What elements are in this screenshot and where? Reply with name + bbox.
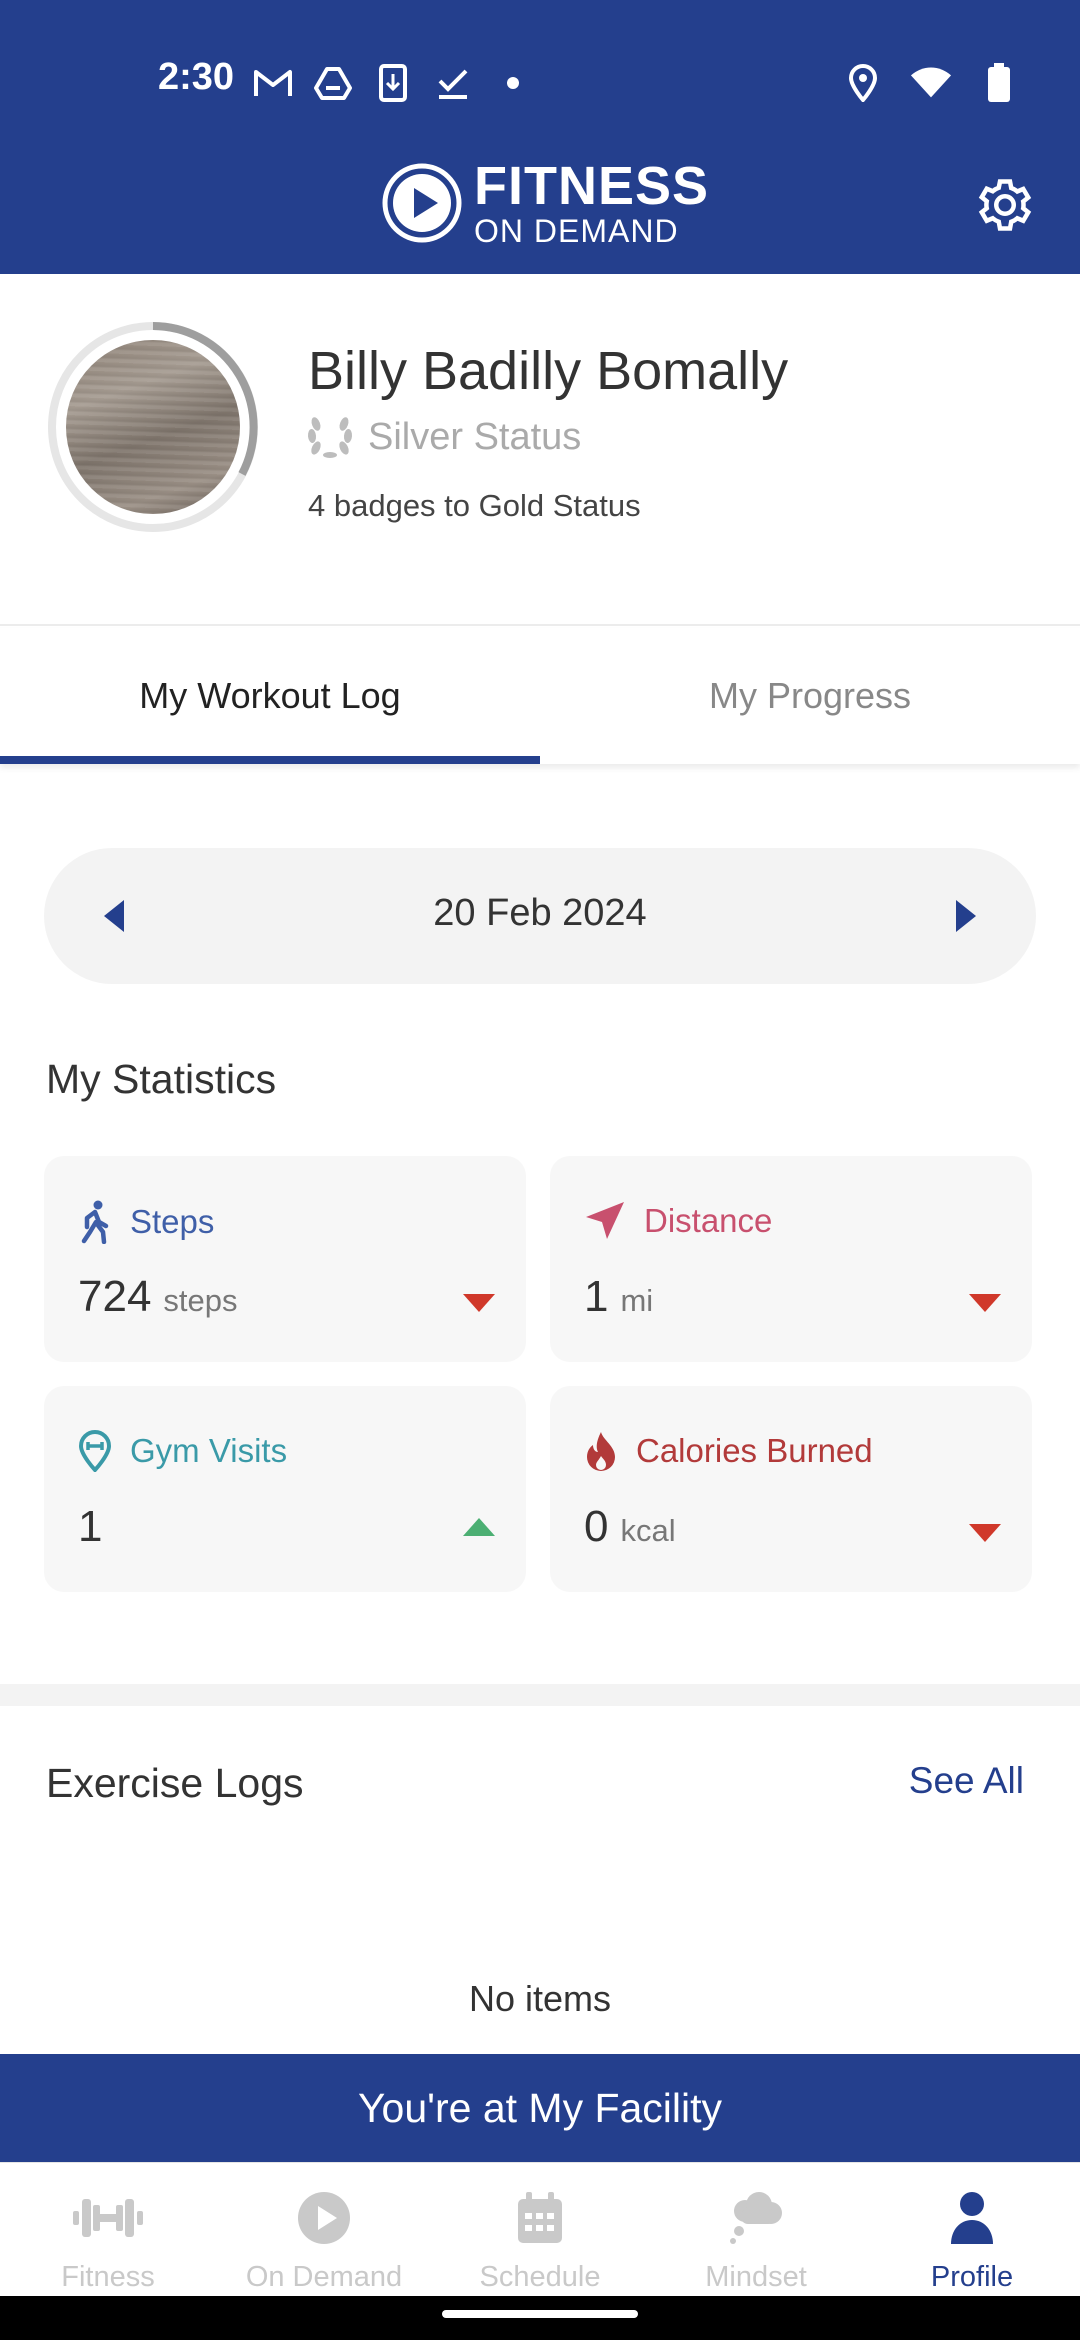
play-logo-icon: [382, 163, 462, 243]
date-selector: 20 Feb 2024: [44, 848, 1036, 984]
stat-label-distance: Distance: [644, 1202, 773, 1239]
exercise-logs-title: Exercise Logs: [46, 1760, 304, 1806]
tab-bar: My Workout Log My Progress: [0, 628, 1080, 764]
statistics-title: My Statistics: [46, 1056, 277, 1102]
caret-right-icon: [956, 900, 976, 932]
badges-progress-text: 4 badges to Gold Status: [308, 488, 641, 523]
status-bar: 2:30: [0, 48, 1080, 118]
next-date-button[interactable]: [936, 886, 996, 946]
brand-logo: FITNESS ON DEMAND: [380, 156, 710, 249]
settings-button[interactable]: [970, 170, 1040, 240]
tab-workout-log[interactable]: My Workout Log: [0, 628, 540, 764]
stat-label-steps: Steps: [130, 1203, 215, 1240]
logo-subtitle: ON DEMAND: [474, 213, 679, 249]
home-gesture-handle[interactable]: [442, 2310, 638, 2318]
trend-down-icon: [969, 1294, 1001, 1312]
status-time: 2:30: [158, 56, 235, 98]
stat-value-calories: 0: [584, 1502, 609, 1551]
stat-unit-distance: mi: [620, 1283, 654, 1318]
stat-card-gym-visits[interactable]: Gym Visits 1: [44, 1386, 526, 1592]
dumbbell-icon: [73, 2187, 143, 2249]
selected-date[interactable]: 20 Feb 2024: [44, 892, 1036, 935]
empty-state-text: No items: [468, 1978, 612, 2019]
wifi-icon: [910, 62, 952, 104]
profile-card: Billy Badilly Bomally Silver Status 4 ba…: [0, 274, 1080, 626]
nav-label-on-demand: On Demand: [245, 2261, 403, 2293]
person-icon: [937, 2187, 1007, 2249]
app-header: 2:30 FITNESS ON DEMAND: [0, 0, 1080, 274]
stat-unit-steps: steps: [163, 1283, 238, 1318]
nav-label-schedule: Schedule: [479, 2261, 601, 2293]
nav-item-mindset[interactable]: Mindset: [648, 2163, 864, 2296]
dot-icon: [492, 62, 534, 104]
navigation-arrow-icon: [586, 1202, 624, 1239]
nav-item-fitness[interactable]: Fitness: [0, 2163, 216, 2296]
tab-progress[interactable]: My Progress: [540, 628, 1080, 764]
stat-card-steps[interactable]: Steps 724 steps: [44, 1156, 526, 1362]
nav-label-fitness: Fitness: [61, 2261, 155, 2293]
stat-label-gym-visits: Gym Visits: [130, 1432, 288, 1469]
membership-status: Silver Status: [368, 415, 582, 458]
user-name: Billy Badilly Bomally: [308, 341, 789, 401]
walking-icon: [81, 1200, 109, 1244]
gym-location-icon: [78, 1430, 112, 1472]
bottom-navigation: Fitness On Demand Schedule Mindset Profi…: [0, 2162, 1080, 2296]
stat-value-distance: 1: [584, 1272, 609, 1321]
nav-item-schedule[interactable]: Schedule: [432, 2163, 648, 2296]
play-circle-icon: [289, 2187, 359, 2249]
thought-cloud-icon: [721, 2187, 791, 2249]
drive-icon: [312, 62, 354, 104]
facility-banner[interactable]: You're at My Facility: [0, 2054, 1080, 2162]
see-all-link[interactable]: See All: [909, 1760, 1024, 1802]
stat-card-calories[interactable]: Calories Burned 0 kcal: [550, 1386, 1032, 1592]
flame-icon: [587, 1432, 615, 1471]
trend-down-icon: [463, 1294, 495, 1312]
stat-card-distance[interactable]: Distance 1 mi: [550, 1156, 1032, 1362]
nav-item-profile[interactable]: Profile: [864, 2163, 1080, 2296]
trend-up-icon: [463, 1518, 495, 1536]
check-icon: [432, 62, 474, 104]
battery-icon: [978, 62, 1020, 104]
avatar-progress-ring: [46, 320, 260, 534]
nav-label-profile: Profile: [930, 2261, 1014, 2293]
nav-item-on-demand[interactable]: On Demand: [216, 2163, 432, 2296]
stat-label-calories: Calories Burned: [636, 1432, 873, 1469]
gear-icon: [978, 179, 1032, 231]
trend-down-icon: [969, 1524, 1001, 1542]
stat-value-steps: 724: [78, 1272, 152, 1321]
gmail-icon: [252, 62, 294, 104]
avatar[interactable]: [66, 340, 240, 514]
gesture-navigation-bar: [0, 2296, 1080, 2340]
logo-title: FITNESS: [474, 156, 710, 216]
nav-label-mindset: Mindset: [705, 2261, 807, 2293]
laurel-icon: [307, 417, 353, 458]
stat-unit-calories: kcal: [620, 1513, 676, 1548]
location-icon: [842, 62, 884, 104]
calendar-icon: [505, 2187, 575, 2249]
section-divider: [0, 1684, 1080, 1706]
download-icon: [372, 62, 414, 104]
stat-value-gym-visits: 1: [78, 1502, 103, 1551]
